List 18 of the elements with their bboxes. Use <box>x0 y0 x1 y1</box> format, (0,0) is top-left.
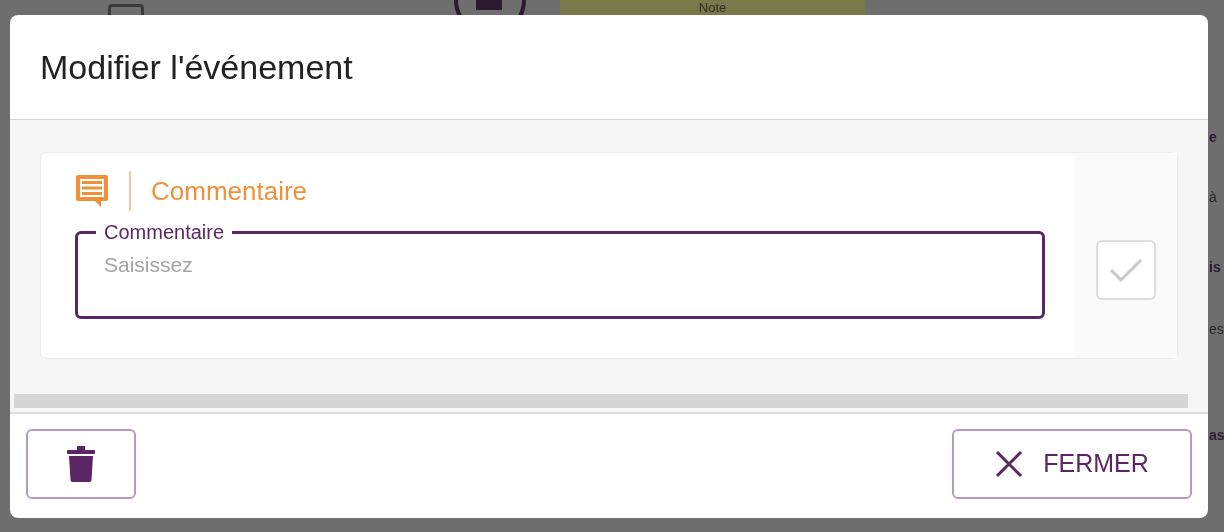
dialog-title: Modifier l'événement <box>40 46 353 88</box>
section-title: Commentaire <box>151 174 308 208</box>
background-text: as <box>1209 426 1224 444</box>
background-text: à <box>1209 188 1217 206</box>
close-icon <box>995 450 1024 478</box>
comment-icon <box>75 173 109 209</box>
background-text: es <box>1209 320 1224 338</box>
comment-field[interactable]: Commentaire Saisissez <box>75 221 1045 319</box>
comment-input[interactable]: Saisissez <box>104 249 1004 281</box>
background-text: e <box>1209 128 1217 146</box>
background-text: is <box>1209 258 1221 276</box>
close-button[interactable]: FERMER <box>952 429 1192 499</box>
field-label: Commentaire <box>103 221 226 243</box>
note-header: Note <box>560 0 865 15</box>
trash-icon <box>67 446 95 482</box>
scrollbar[interactable] <box>14 394 1188 408</box>
check-icon <box>1109 256 1143 283</box>
delete-button[interactable] <box>26 429 136 499</box>
